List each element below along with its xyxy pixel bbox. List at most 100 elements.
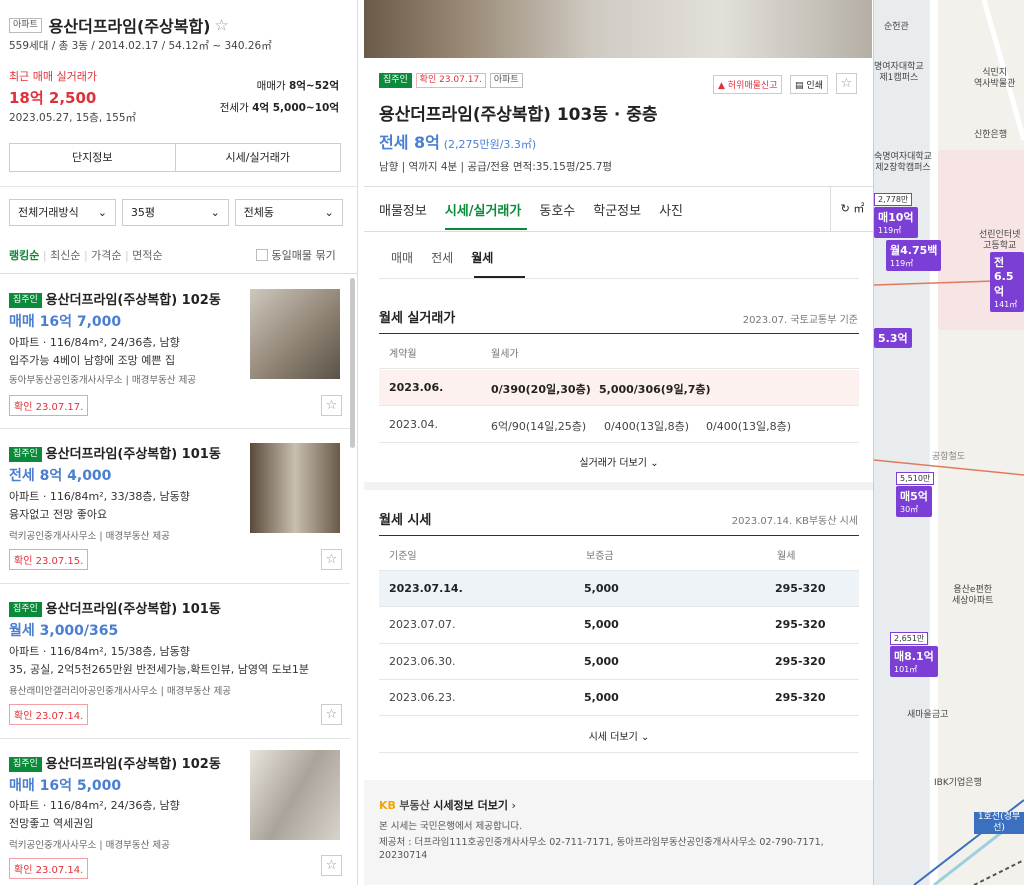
map-label: 용산e편한 세상아파트: [952, 585, 994, 606]
same-listing-toggle[interactable]: 동일매물 묶기: [256, 247, 336, 263]
listing-source: 럭키공인중개사사무소 | 매경부동산 제공: [9, 531, 170, 542]
deal-type-select[interactable]: 전체거래방식 ⌄: [9, 199, 116, 226]
listing-source: 용산래미안갤러리아공인중개사사무소 | 매경부동산 제공: [9, 686, 232, 697]
listing-desc: 융자없고 전망 좋아요: [9, 508, 108, 521]
map-label: IBK기업은행: [934, 778, 982, 788]
map-view[interactable]: 순헌관 명여자대학교 제1캠퍼스 식민지 역사박물관 신한은행 숙명여자대학교 …: [874, 0, 1024, 885]
tab-photo[interactable]: 사진: [659, 200, 683, 219]
jeonse-range: 전세가 4억 5,000~10억: [219, 102, 339, 114]
detail-photo[interactable]: [364, 0, 872, 58]
listing-card[interactable]: 집주인 용산더프라임(주상복합) 101동 전세 8억 4,000 아파트 · …: [0, 430, 350, 584]
sale-range: 매매가 8억~52억: [256, 80, 339, 92]
checkbox-icon: [256, 249, 268, 261]
map-pin[interactable]: 전6.5억 141㎡: [990, 252, 1024, 312]
listing-price: 매매 16억 5,000: [9, 778, 122, 794]
quote-source: 2023.07.14. KB부동산 시세: [731, 516, 858, 527]
listing-detail-panel: 집주인 확인 23.07.17. 아파트 ▲ 허위매물신고 ▤ 인쇄 ☆ 용산더…: [358, 0, 874, 885]
favorite-star-icon[interactable]: ☆: [321, 704, 342, 725]
listing-photo[interactable]: [250, 443, 340, 533]
unit-toggle-button[interactable]: ↻ ㎡: [830, 187, 873, 231]
subtab-monthly[interactable]: 월세: [471, 251, 493, 265]
map-label: 순헌관: [884, 22, 909, 32]
footer-date: 20230714: [379, 850, 428, 861]
map-pin-price: 5,510만: [896, 472, 935, 485]
owner-tag: 집주인: [379, 73, 412, 88]
map-pin[interactable]: 매5억 30㎡: [896, 486, 932, 517]
listing-source: 동아부동산공인중개사사무소 | 매경부동산 제공: [9, 375, 197, 386]
listing-source: 럭키공인중개사사무소 | 매경부동산 제공: [9, 840, 170, 851]
map-pin[interactable]: 월4.75백 119㎡: [886, 240, 942, 271]
map-pin[interactable]: 매8.1억 101㎡: [890, 646, 938, 677]
type-tag: 아파트: [489, 73, 523, 88]
map-pin-price: 2,651만: [890, 632, 929, 645]
confirm-tag: 확인 23.07.17.: [415, 73, 487, 88]
map-pin[interactable]: 매10억 119㎡: [874, 207, 918, 238]
favorite-star-icon[interactable]: ☆: [321, 395, 342, 416]
listing-title: 용산더프라임(주상복합) 101동: [45, 447, 221, 462]
listing-card[interactable]: 집주인 용산더프라임(주상복합) 102동 매매 16억 5,000 아파트 ·…: [0, 740, 350, 885]
chevron-down-icon: ⌄: [640, 732, 650, 743]
listing-photo[interactable]: [250, 289, 340, 379]
owner-tag: 집주인: [9, 293, 42, 308]
listing-title: 용산더프라임(주상복합) 102동: [45, 293, 221, 308]
recent-price: 18억 2,500: [9, 89, 97, 107]
map-label: 공항철도: [932, 452, 966, 462]
complex-summary: 559세대 / 총 3동 / 2014.02.17 / 54.12㎡ ~ 340…: [9, 40, 272, 52]
confirm-date-badge: 확인 23.07.17.: [9, 395, 89, 416]
map-label: 1호선(경부선): [974, 812, 1024, 834]
chevron-down-icon: ⌄: [210, 206, 220, 219]
chevron-down-icon: ⌄: [650, 458, 659, 469]
sort-latest[interactable]: 최신순: [50, 249, 80, 262]
listing-card[interactable]: 집주인 용산더프라임(주상복합) 101동 월세 3,000/365 아파트 ·…: [0, 585, 350, 739]
table-row: 2023.06.30. 5,000 295-320: [379, 644, 859, 680]
chevron-down-icon: ⌄: [324, 206, 334, 219]
quote-more-button[interactable]: 시세 더보기 ⌄: [379, 728, 859, 743]
listing-spec: 아파트 · 116/84m², 15/38층, 남동향: [9, 645, 190, 658]
sort-price[interactable]: 가격순: [91, 249, 121, 262]
listing-desc: 전망좋고 역세권임: [9, 817, 94, 830]
favorite-star-icon[interactable]: ☆: [214, 16, 228, 35]
siren-icon: ▲: [718, 81, 725, 91]
area-select[interactable]: 35평 ⌄: [121, 199, 229, 226]
subtab-jeonse[interactable]: 전세: [431, 251, 453, 265]
favorite-star-icon[interactable]: ☆: [321, 549, 342, 570]
detail-title: 용산더프라임(주상복합) 103동 · 중층: [379, 105, 658, 125]
listing-price: 전세 8억 4,000: [9, 468, 112, 484]
detail-info: 남향 | 역까지 4분 | 공급/전용 면적:35.15평/25.7평: [379, 161, 613, 173]
listing-desc: 입주가능 4베이 남향에 조망 예쁜 집: [9, 354, 176, 367]
complex-info-button[interactable]: 단지정보: [10, 144, 176, 171]
sort-area[interactable]: 면적순: [132, 249, 162, 262]
refresh-icon: ↻: [840, 202, 850, 215]
listing-desc: 35, 공실, 2억5천265만원 반전세가능,확트인뷰, 남영역 도보1분: [9, 663, 309, 676]
print-button[interactable]: ▤ 인쇄: [790, 75, 828, 94]
table-row: 2023.06.23. 5,000 295-320: [379, 680, 859, 716]
tab-school[interactable]: 학군정보: [593, 200, 641, 219]
recent-label: 최근 매매 실거래가: [9, 70, 97, 83]
map-pin[interactable]: 5.3억: [874, 328, 912, 348]
tab-listing-info[interactable]: 매물정보: [379, 200, 427, 219]
report-button[interactable]: ▲ 허위매물신고: [713, 75, 783, 94]
listing-scrollbar[interactable]: [350, 278, 355, 448]
owner-tag: 집주인: [9, 447, 42, 462]
tab-unit[interactable]: 동호수: [539, 200, 575, 219]
map-label: 명여자대학교 제1캠퍼스: [874, 62, 924, 83]
real-price-more-button[interactable]: 실거래가 더보기 ⌄: [379, 454, 859, 469]
complex-panel: 아파트 용산더프라임(주상복합) ☆ 559세대 / 총 3동 / 2014.0…: [0, 0, 358, 885]
real-price-source: 2023.07. 국토교통부 기준: [742, 315, 858, 326]
subtab-sale[interactable]: 매매: [391, 251, 413, 265]
confirm-date-badge: 확인 23.07.15.: [9, 549, 89, 570]
real-price-header: 계약월 월세가: [379, 333, 859, 369]
listing-card[interactable]: 집주인 용산더프라임(주상복합) 102동 매매 16억 7,000 아파트 ·…: [0, 275, 350, 429]
price-info-button[interactable]: 시세/실거래가: [176, 144, 341, 171]
favorite-star-icon[interactable]: ☆: [836, 73, 857, 94]
map-pin-price: 2,778만: [874, 193, 913, 206]
dong-select[interactable]: 전체동 ⌄: [234, 199, 343, 226]
sort-ranking[interactable]: 랭킹순: [9, 249, 39, 262]
listing-spec: 아파트 · 116/84m², 24/36층, 남향: [9, 799, 180, 812]
complex-name: 용산더프라임(주상복합): [48, 17, 211, 36]
kb-link[interactable]: KB 부동산 시세정보 더보기 ›: [379, 797, 516, 813]
listing-photo[interactable]: [250, 750, 340, 840]
tab-price[interactable]: 시세/실거래가: [445, 200, 522, 219]
map-label: 선린인터넷 고등학교: [979, 230, 1021, 251]
favorite-star-icon[interactable]: ☆: [321, 855, 342, 876]
